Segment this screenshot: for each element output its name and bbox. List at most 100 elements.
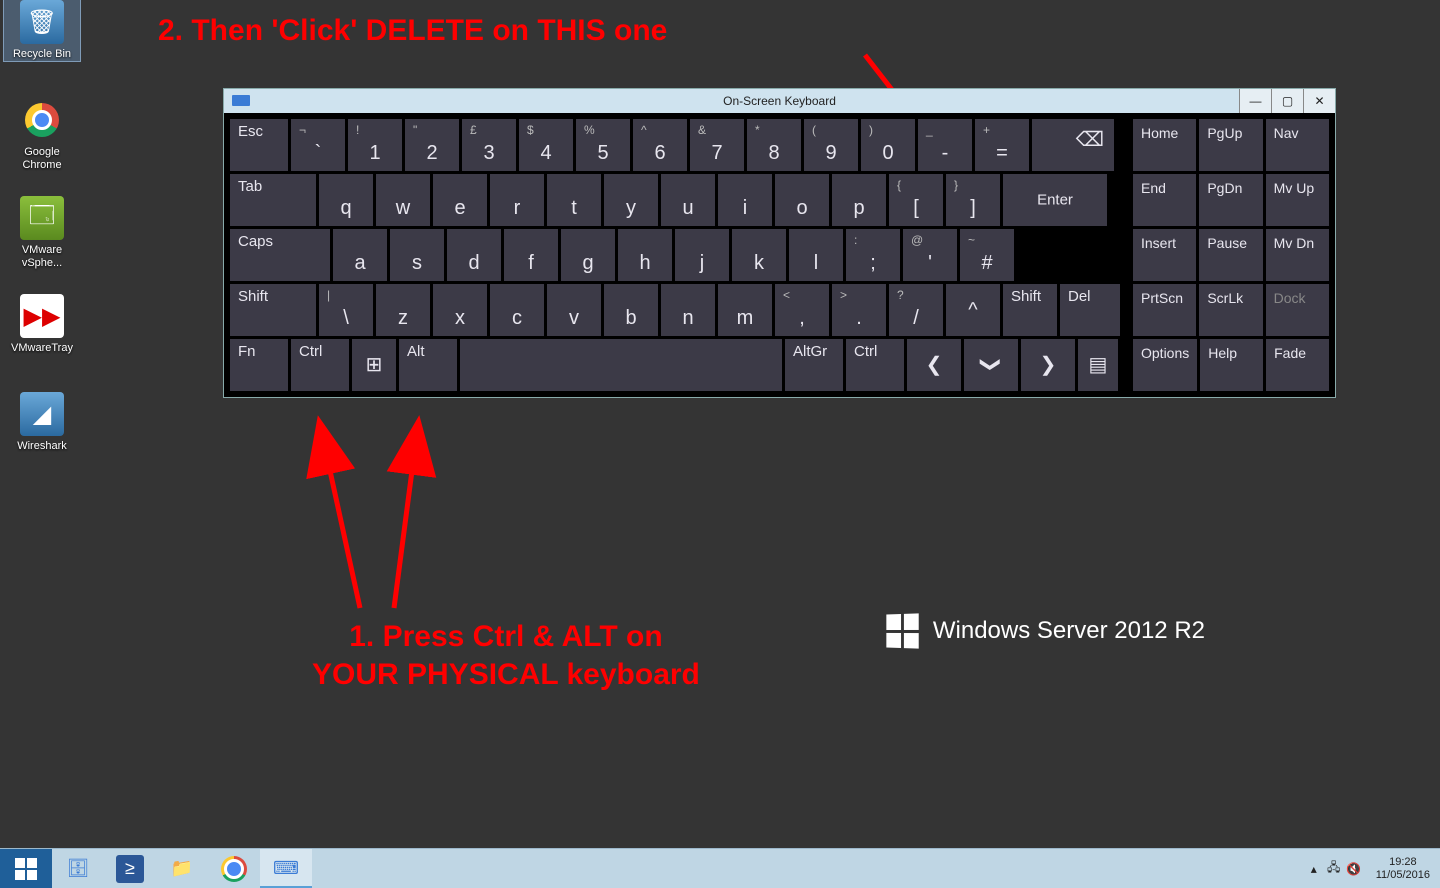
key-d[interactable]: d [447,229,501,281]
key-n[interactable]: n [661,284,715,336]
key-pgup[interactable]: PgUp [1199,119,1262,171]
key-space[interactable] [460,339,782,391]
key-[interactable]: += [975,119,1029,171]
key-enter[interactable]: Enter [1003,174,1107,226]
key-f[interactable]: f [504,229,558,281]
key-4[interactable]: $4 [519,119,573,171]
taskbar-start[interactable] [0,849,52,888]
key-c[interactable]: c [490,284,544,336]
key-options[interactable]: Options [1133,339,1197,391]
key-s[interactable]: s [390,229,444,281]
key-ctrl[interactable]: Ctrl [291,339,349,391]
key-home[interactable]: Home [1133,119,1196,171]
key-g[interactable]: g [561,229,615,281]
key-u[interactable]: u [661,174,715,226]
key-a[interactable]: a [333,229,387,281]
key-5[interactable]: %5 [576,119,630,171]
key-pause[interactable]: Pause [1199,229,1262,281]
key-shift[interactable]: Shift [1003,284,1057,336]
key-1[interactable]: !1 [348,119,402,171]
desktop-icon-vmware-tray[interactable]: ▶▶VMwareTray [4,294,80,355]
key-del[interactable]: Del [1060,284,1120,336]
key-z[interactable]: z [376,284,430,336]
key-[interactable]: }] [946,174,1000,226]
key-0[interactable]: )0 [861,119,915,171]
key-[interactable]: ?/ [889,284,943,336]
key-q[interactable]: q [319,174,373,226]
key-shift[interactable]: Shift [230,284,316,336]
key-h[interactable]: h [618,229,672,281]
key-m[interactable]: m [718,284,772,336]
tray-icon-2[interactable]: 🔇 [1346,861,1362,877]
key-scrlk[interactable]: ScrLk [1199,284,1262,336]
key-tab[interactable]: Tab [230,174,316,226]
key-6[interactable]: ^6 [633,119,687,171]
key-[interactable]: ❯ [964,339,1018,391]
onscreen-keyboard-window[interactable]: On-Screen Keyboard — ▢ ✕ Esc¬`!1"2£3$4%5… [223,88,1336,398]
desktop-icon-recycle-bin[interactable]: 🗑Recycle Bin [4,0,80,61]
desktop[interactable]: 🗑Recycle Bin Google Chrome 🗔VMware vSphe..… [0,0,1440,848]
key-[interactable]: ~# [960,229,1014,281]
taskbar[interactable]: 🗄≥📁 ⌨ ▴🖧🔇 19:2811/05/2016 [0,848,1440,888]
key-[interactable]: {[ [889,174,943,226]
key-[interactable]: ❮ [907,339,961,391]
taskbar-chrome[interactable] [208,849,260,888]
key-b[interactable]: b [604,284,658,336]
key-mvdn[interactable]: Mv Dn [1266,229,1329,281]
key-i[interactable]: i [718,174,772,226]
key-[interactable]: ⊞ [352,339,396,391]
key-l[interactable]: l [789,229,843,281]
key-alt[interactable]: Alt [399,339,457,391]
key-mvup[interactable]: Mv Up [1266,174,1329,226]
key-y[interactable]: y [604,174,658,226]
desktop-icon-google-chrome[interactable]: Google Chrome [4,98,80,172]
desktop-icon-wireshark[interactable]: ◢Wireshark [4,392,80,453]
key-x[interactable]: x [433,284,487,336]
taskbar-server-manager[interactable]: 🗄 [52,849,104,888]
taskbar-file-explorer[interactable]: 📁 [156,849,208,888]
key-p[interactable]: p [832,174,886,226]
key-2[interactable]: "2 [405,119,459,171]
key-k[interactable]: k [732,229,786,281]
key-[interactable]: @' [903,229,957,281]
key-w[interactable]: w [376,174,430,226]
key-[interactable]: ¬` [291,119,345,171]
close-button[interactable]: ✕ [1303,89,1335,113]
key-r[interactable]: r [490,174,544,226]
key-[interactable]: <, [775,284,829,336]
tray-icon-0[interactable]: ▴ [1306,861,1322,877]
key-[interactable]: :; [846,229,900,281]
key-9[interactable]: (9 [804,119,858,171]
minimize-button[interactable]: — [1239,89,1271,113]
key-prtscn[interactable]: PrtScn [1133,284,1196,336]
key-[interactable]: ⌫ [1032,119,1114,171]
key-j[interactable]: j [675,229,729,281]
key-esc[interactable]: Esc [230,119,288,171]
key-[interactable]: ^ [946,284,1000,336]
desktop-icon-vmware-vsphere[interactable]: 🗔VMware vSphe... [4,196,80,270]
key-pgdn[interactable]: PgDn [1199,174,1262,226]
key-o[interactable]: o [775,174,829,226]
key-end[interactable]: End [1133,174,1196,226]
key-help[interactable]: Help [1200,339,1263,391]
key-nav[interactable]: Nav [1266,119,1329,171]
maximize-button[interactable]: ▢ [1271,89,1303,113]
osk-titlebar[interactable]: On-Screen Keyboard — ▢ ✕ [224,89,1335,113]
key-[interactable]: ❯ [1021,339,1075,391]
key-altgr[interactable]: AltGr [785,339,843,391]
key-[interactable]: |\ [319,284,373,336]
key-[interactable]: ▤ [1078,339,1118,391]
key-fn[interactable]: Fn [230,339,288,391]
key-insert[interactable]: Insert [1133,229,1196,281]
key-fade[interactable]: Fade [1266,339,1329,391]
key-e[interactable]: e [433,174,487,226]
taskbar-osk-task[interactable]: ⌨ [260,849,312,888]
key-3[interactable]: £3 [462,119,516,171]
key-7[interactable]: &7 [690,119,744,171]
taskbar-clock[interactable]: 19:2811/05/2016 [1370,856,1436,882]
key-[interactable]: _- [918,119,972,171]
taskbar-powershell[interactable]: ≥ [104,849,156,888]
key-8[interactable]: *8 [747,119,801,171]
tray-icon-1[interactable]: 🖧 [1326,861,1342,877]
key-[interactable]: >. [832,284,886,336]
